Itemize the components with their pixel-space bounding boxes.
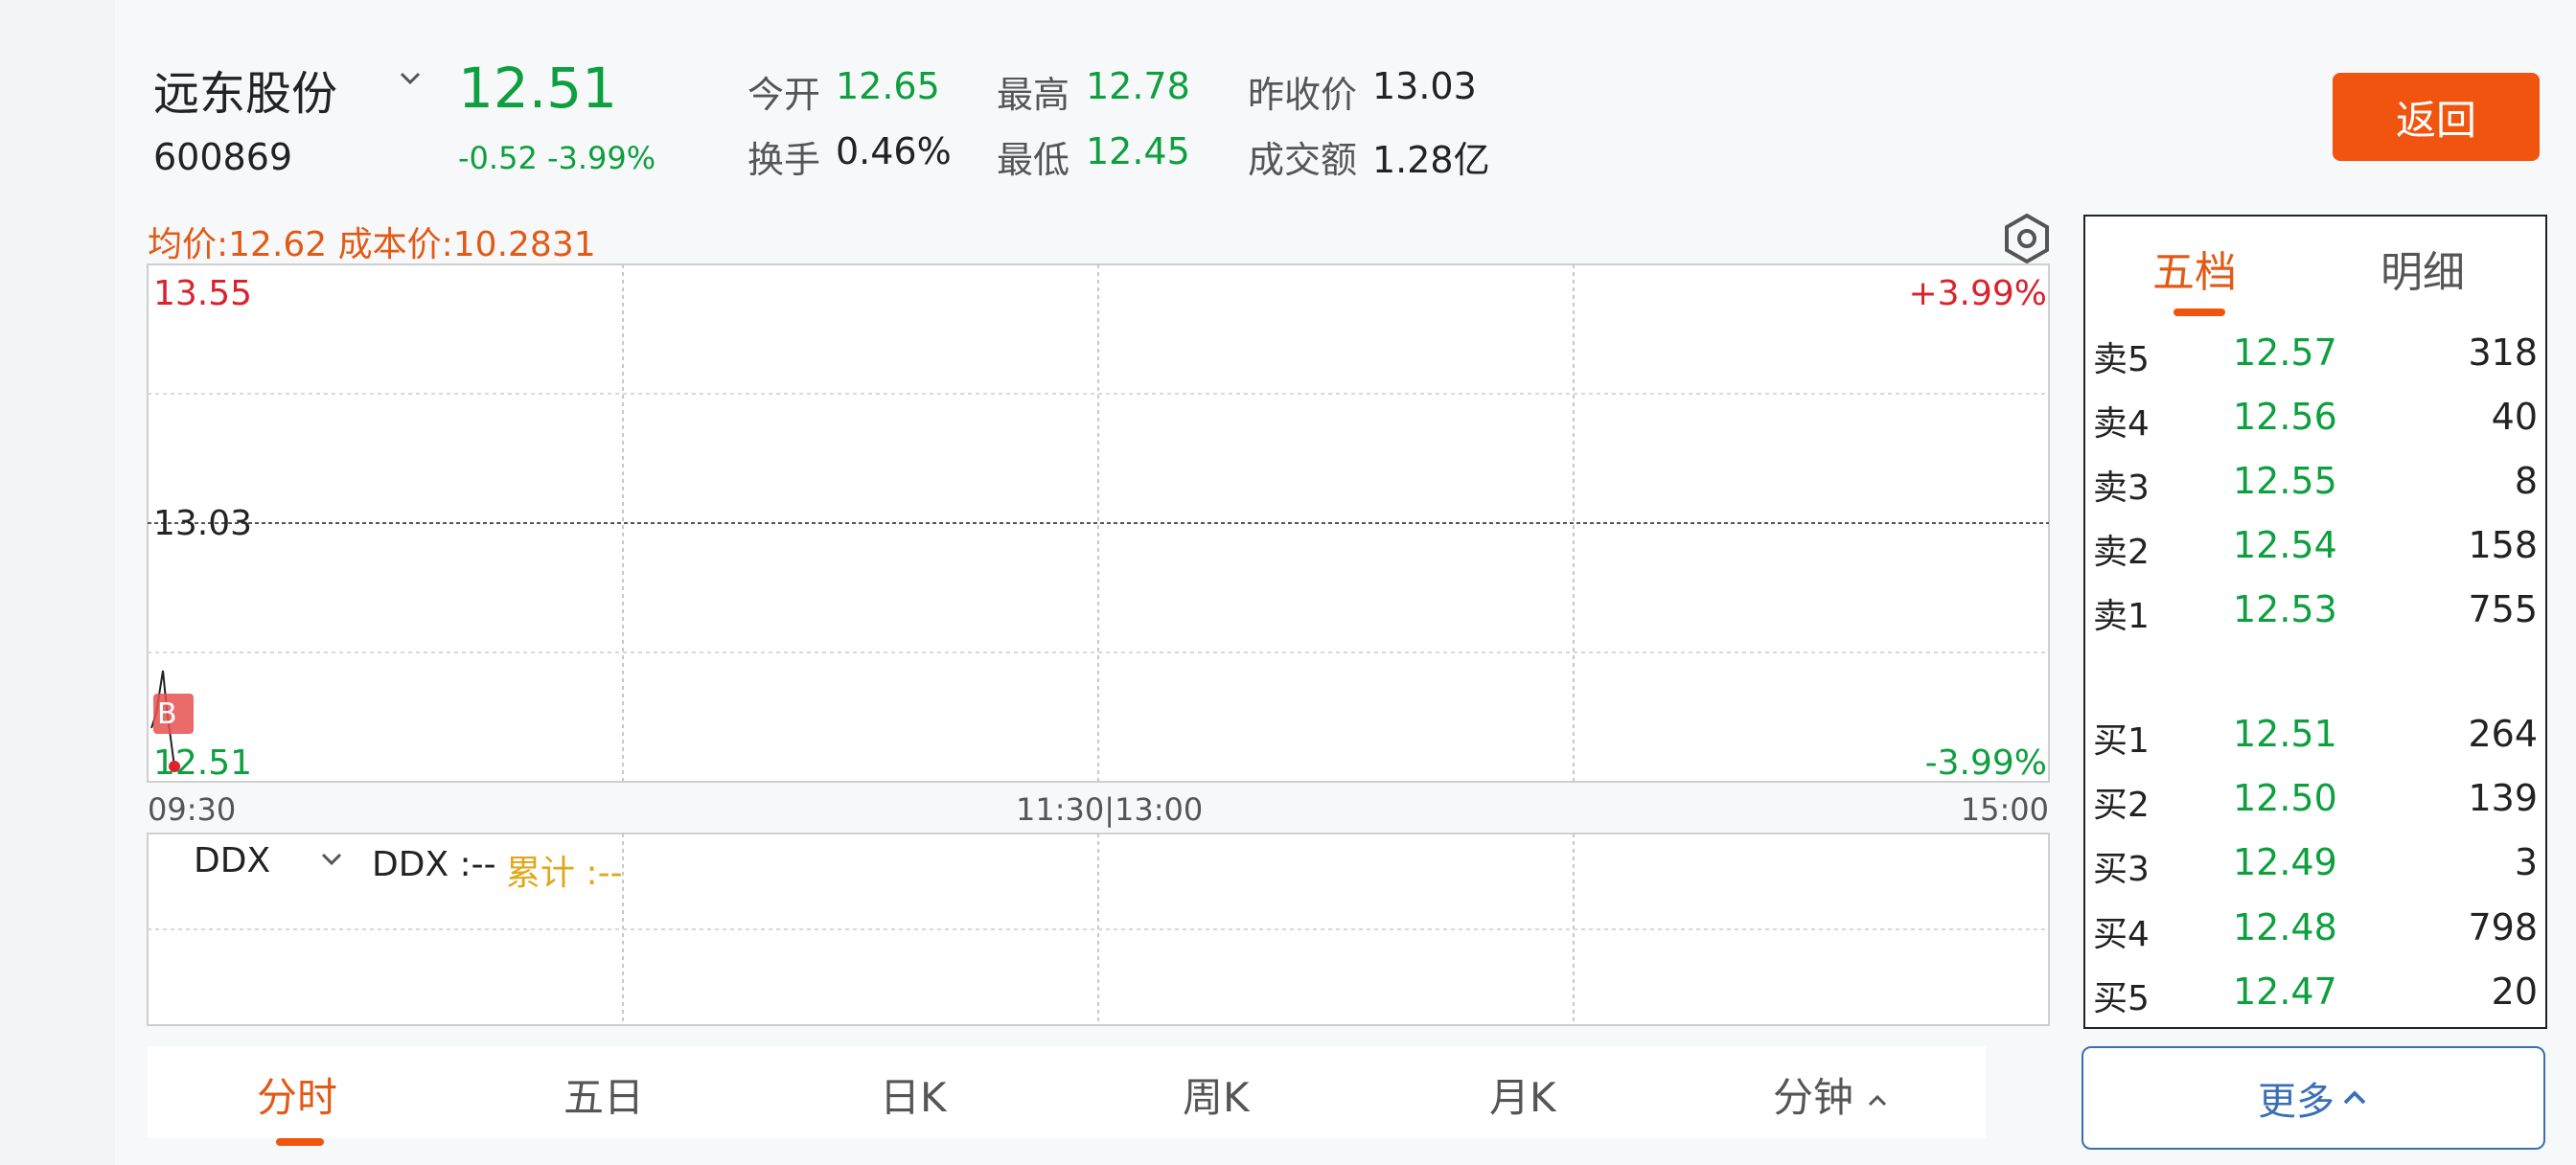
ddx-indicator-selector[interactable]: DDX [194, 841, 270, 880]
tab-detail[interactable]: 明细 [2380, 238, 2465, 299]
buy-level-label: 买1 [2093, 721, 2150, 761]
tab-daily-k[interactable]: 日K [880, 1065, 947, 1124]
buy-level-price: 12.50 [2233, 777, 2337, 819]
chevron-up-icon [1869, 1094, 1887, 1106]
sell-level-volume: 40 [2491, 396, 2538, 438]
buy-level-volume: 798 [2468, 906, 2538, 948]
tab-active-indicator [276, 1138, 324, 1146]
sell-level-label: 卖1 [2093, 597, 2150, 636]
buy-level-label: 买5 [2093, 979, 2150, 1018]
x-axis-start-time: 09:30 [148, 791, 237, 828]
sell-level-label: 卖4 [2093, 404, 2150, 444]
x-axis-mid-time: 11:30|13:00 [1016, 791, 1204, 828]
buy-level-price: 12.49 [2233, 841, 2337, 883]
y-axis-low-percent: -3.99% [1924, 743, 2047, 783]
buy-level-volume: 139 [2468, 777, 2538, 819]
y-axis-high-price: 13.55 [153, 274, 253, 313]
tab-five-day[interactable]: 五日 [564, 1065, 644, 1124]
buy-level-volume: 3 [2514, 841, 2538, 883]
y-axis-prev-close: 13.03 [153, 504, 253, 543]
buy-level-price: 12.51 [2233, 713, 2337, 755]
sell-level-price: 12.56 [2233, 396, 2337, 438]
buy-level-volume: 20 [2491, 971, 2538, 1013]
x-axis-end-time: 15:00 [1960, 791, 2049, 828]
ddx-cumulative: 累计 :-- [506, 854, 623, 893]
sell-level-volume: 158 [2468, 524, 2538, 566]
more-button-label: 更多 [2258, 1080, 2334, 1124]
y-axis-low-price: 12.51 [153, 743, 253, 783]
tab-weekly-k[interactable]: 周K [1183, 1065, 1250, 1124]
tab-monthly-k[interactable]: 月K [1489, 1065, 1556, 1124]
sell-level-label: 卖5 [2093, 340, 2150, 379]
sell-level-label: 卖3 [2093, 468, 2150, 508]
buy-level-label: 买4 [2093, 915, 2150, 954]
sell-level-label: 卖2 [2093, 533, 2150, 572]
period-tabbar [148, 1046, 1986, 1138]
chevron-down-icon[interactable] [320, 848, 343, 871]
sell-level-price: 12.55 [2233, 460, 2337, 502]
buy-marker-label: B [157, 697, 177, 731]
tab-intraday[interactable]: 分时 [257, 1065, 337, 1124]
tab-minute-label: 分钟 [1773, 1074, 1854, 1121]
tab-five-levels[interactable]: 五档 [2152, 238, 2237, 299]
buy-level-label: 买2 [2093, 786, 2150, 825]
sell-level-price: 12.57 [2233, 331, 2337, 374]
sell-level-volume: 755 [2468, 588, 2538, 630]
ddx-value: DDX :-- [372, 845, 496, 884]
sell-level-volume: 318 [2468, 331, 2538, 374]
sell-level-volume: 8 [2514, 460, 2538, 502]
chevron-up-icon [2343, 1090, 2366, 1105]
buy-level-volume: 264 [2468, 713, 2538, 755]
tab-minute[interactable]: 分钟 [1773, 1065, 1889, 1124]
sell-level-price: 12.54 [2233, 524, 2337, 566]
buy-level-price: 12.48 [2233, 906, 2337, 948]
sell-level-price: 12.53 [2233, 588, 2337, 630]
buy-level-label: 买3 [2093, 850, 2150, 889]
orderbook-tab-indicator [2174, 308, 2225, 316]
buy-level-price: 12.47 [2233, 971, 2337, 1013]
more-button[interactable]: 更多 [2082, 1046, 2545, 1150]
y-axis-high-percent: +3.99% [1908, 274, 2047, 313]
